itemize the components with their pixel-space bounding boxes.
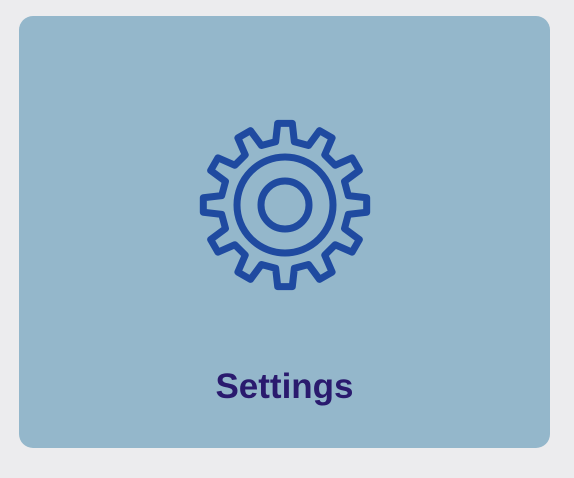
settings-tile[interactable]: Settings: [19, 16, 550, 448]
gear-icon: [199, 119, 371, 291]
settings-label: Settings: [215, 367, 354, 406]
